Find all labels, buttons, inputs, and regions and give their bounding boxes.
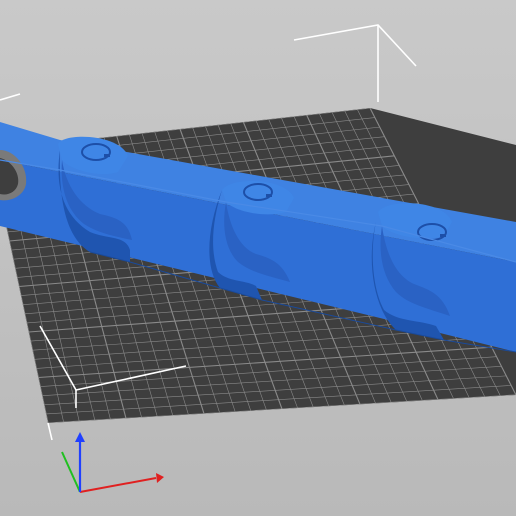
x-axis-arrow: [156, 473, 164, 483]
corner-bracket-icon: [293, 24, 417, 67]
scene-canvas[interactable]: [0, 0, 516, 516]
z-axis-arrow: [75, 432, 85, 442]
corner-bracket-icon: [0, 93, 21, 101]
y-axis-line: [61, 451, 81, 493]
x-axis-line: [79, 477, 157, 493]
3d-viewport[interactable]: [0, 0, 516, 516]
axes-icon: [61, 432, 164, 493]
